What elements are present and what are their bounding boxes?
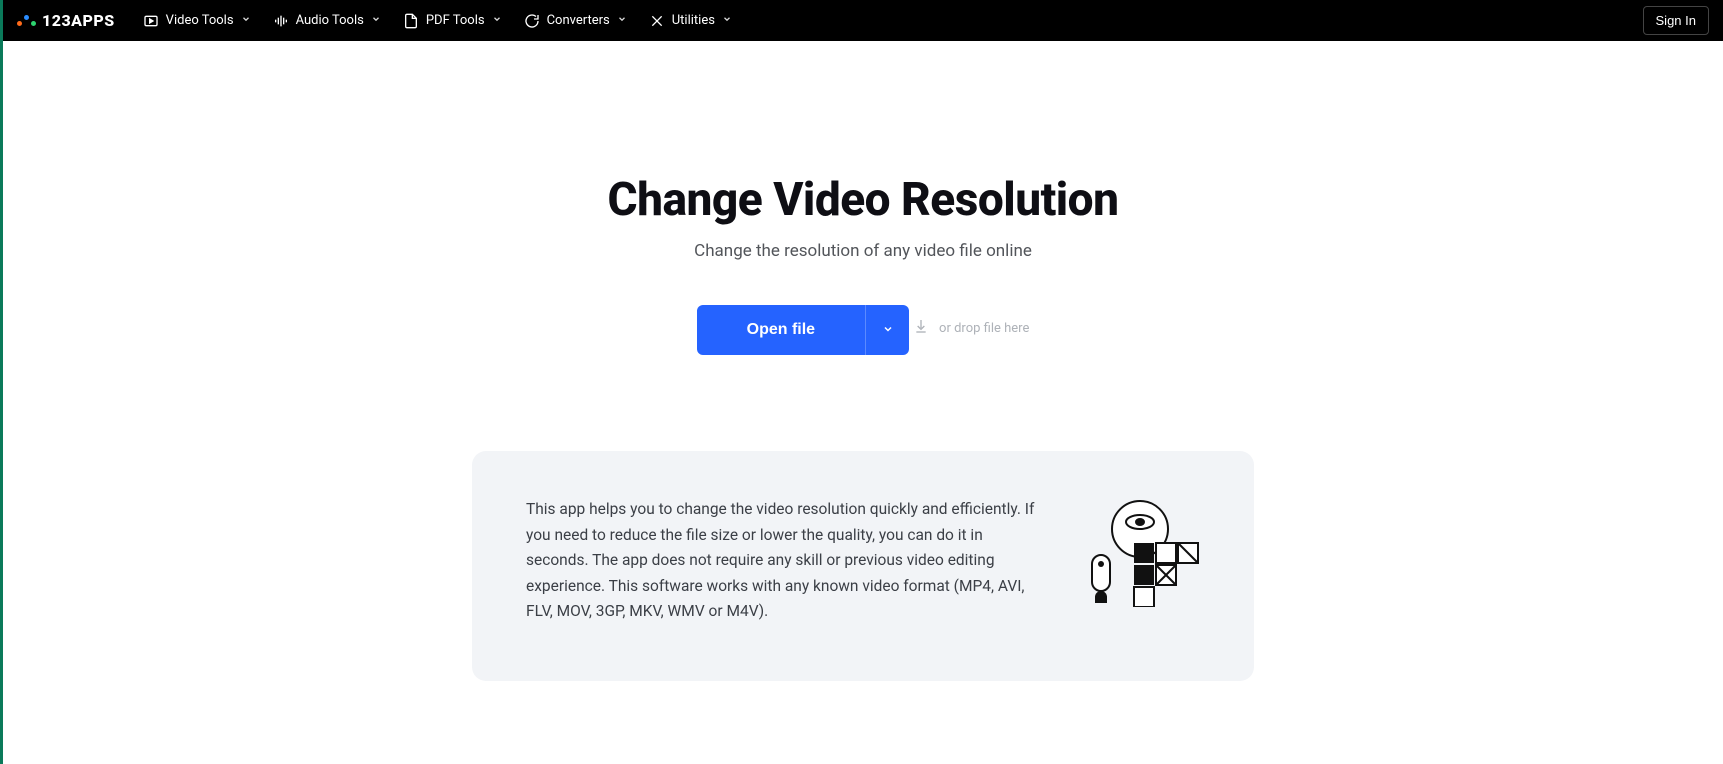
open-file-button[interactable]: Open file (697, 305, 865, 355)
open-file-group: Open file (697, 305, 909, 355)
chevron-down-icon (617, 13, 627, 28)
hero-section: Change Video Resolution Change the resol… (3, 41, 1723, 355)
page-title: Change Video Resolution (3, 173, 1723, 227)
drop-file-hint: or drop file here (913, 318, 1029, 338)
info-text: This app helps you to change the video r… (526, 497, 1040, 625)
converters-icon (524, 13, 540, 29)
download-icon (913, 318, 929, 338)
open-file-dropdown-button[interactable] (865, 305, 909, 355)
chevron-down-icon (882, 323, 894, 338)
nav-item-utilities[interactable]: Utilities (649, 13, 732, 29)
logo[interactable]: 123APPS (17, 11, 115, 30)
brand-text: 123APPS (42, 11, 115, 30)
top-nav: 123APPS Video Tools Audio Tools PDF (3, 0, 1723, 41)
drop-file-text: or drop file here (939, 321, 1029, 336)
chevron-down-icon (371, 13, 381, 28)
nav-item-video-tools[interactable]: Video Tools (143, 13, 251, 29)
chevron-down-icon (241, 13, 251, 28)
chevron-down-icon (722, 13, 732, 28)
video-icon (143, 13, 159, 29)
chevron-down-icon (492, 13, 502, 28)
nav-items: Video Tools Audio Tools PDF Tools (143, 13, 1643, 29)
page-subtitle: Change the resolution of any video file … (3, 241, 1723, 261)
pdf-icon (403, 13, 419, 29)
nav-item-converters[interactable]: Converters (524, 13, 627, 29)
info-illustration (1080, 497, 1200, 611)
nav-label: Converters (547, 13, 610, 28)
nav-label: Utilities (672, 13, 715, 28)
audio-icon (273, 13, 289, 29)
nav-label: Video Tools (166, 13, 234, 28)
info-card: This app helps you to change the video r… (472, 451, 1254, 681)
sign-in-button[interactable]: Sign In (1643, 6, 1709, 35)
nav-item-pdf-tools[interactable]: PDF Tools (403, 13, 502, 29)
nav-item-audio-tools[interactable]: Audio Tools (273, 13, 381, 29)
nav-label: PDF Tools (426, 13, 485, 28)
utilities-icon (649, 13, 665, 29)
logo-dots-icon (17, 15, 36, 26)
nav-label: Audio Tools (296, 13, 364, 28)
